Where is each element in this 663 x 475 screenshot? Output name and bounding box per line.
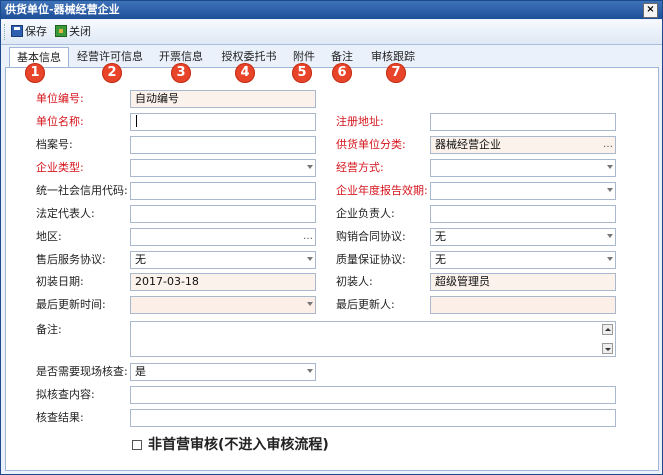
after-sales-value: 无 [135, 253, 146, 266]
business-mode-select[interactable] [430, 159, 616, 177]
title-bar: 供货单位-器械经营企业 × [1, 1, 662, 19]
step-badge-4: 4 [235, 63, 255, 83]
purchase-agreement-select[interactable]: 无 [430, 228, 616, 246]
entry-person-label: 初装人: [336, 275, 373, 288]
quality-agreement-label: 质量保证协议: [336, 253, 406, 266]
region-field[interactable]: … [130, 228, 316, 246]
last-updater-label: 最后更新人: [336, 298, 395, 311]
supplier-category-label: 供货单位分类: [336, 138, 406, 151]
enterprise-type-label: 企业类型: [36, 161, 84, 174]
dropdown-arrow-icon [607, 234, 613, 238]
scroll-up-icon[interactable] [602, 324, 613, 335]
check-content-input[interactable] [130, 386, 616, 404]
toolbar: 保存 关闭 [1, 20, 662, 45]
remarks-textarea[interactable] [130, 321, 616, 357]
tab-strip: 基本信息 经营许可信息 开票信息 授权委托书 附件 备注 审核跟踪 [5, 47, 659, 69]
step-badge-5: 5 [292, 63, 312, 83]
purchase-agreement-label: 购销合同协议: [336, 230, 406, 243]
reg-address-label: 注册地址: [336, 115, 384, 128]
save-label: 保存 [25, 25, 47, 38]
supplier-category-value: 器械经营企业 [435, 138, 501, 151]
non-first-review-label[interactable]: 非首营审核(不进入审核流程) [148, 436, 329, 454]
dropdown-arrow-icon [307, 257, 313, 261]
toolbar-grip [4, 24, 7, 40]
close-label: 关闭 [69, 25, 91, 38]
step-badge-7: 7 [386, 63, 406, 83]
entry-date-field: 2017-03-18 [130, 273, 316, 291]
last-updater-field [430, 296, 616, 314]
floppy-disk-icon [11, 25, 23, 37]
window-title: 供货单位-器械经营企业 [5, 3, 120, 16]
legal-rep-label: 法定代表人: [36, 207, 95, 220]
quality-agreement-select[interactable]: 无 [430, 251, 616, 269]
unit-name-input[interactable] [130, 113, 316, 131]
file-no-input[interactable] [130, 136, 316, 154]
after-sales-label: 售后服务协议: [36, 253, 106, 266]
region-label: 地区: [36, 230, 62, 243]
enterprise-head-label: 企业负责人: [336, 207, 395, 220]
entry-date-label: 初装日期: [36, 275, 84, 288]
supplier-category-field[interactable]: 器械经营企业 … [430, 136, 616, 154]
ellipsis-icon[interactable]: … [603, 137, 613, 153]
dropdown-arrow-icon [607, 257, 613, 261]
check-result-label: 核查结果: [36, 411, 84, 424]
annual-report-label: 企业年度报告效期: [336, 184, 428, 197]
unit-name-label: 单位名称: [36, 115, 84, 128]
scroll-down-icon[interactable] [602, 343, 613, 354]
annual-report-select[interactable] [430, 182, 616, 200]
unit-code-label: 单位编号: [36, 92, 84, 105]
onsite-check-select[interactable]: 是 [130, 363, 316, 381]
unit-code-field: 自动编号 [130, 90, 316, 108]
dropdown-arrow-icon [307, 369, 313, 373]
exit-icon [55, 25, 67, 37]
reg-address-input[interactable] [430, 113, 616, 131]
save-button[interactable]: 保存 [11, 24, 47, 40]
text-cursor [136, 115, 137, 127]
step-badge-2: 2 [102, 63, 122, 83]
last-update-time-label: 最后更新时间: [36, 298, 106, 311]
last-update-time-select [130, 296, 316, 314]
onsite-check-label: 是否需要现场核查: [36, 365, 128, 378]
business-mode-label: 经营方式: [336, 161, 384, 174]
step-badge-1: 1 [25, 63, 45, 83]
dropdown-arrow-icon [307, 302, 313, 306]
after-sales-select[interactable]: 无 [130, 251, 316, 269]
credit-code-input[interactable] [130, 182, 316, 200]
non-first-review-checkbox[interactable] [132, 440, 142, 450]
enterprise-type-select[interactable] [130, 159, 316, 177]
onsite-check-value: 是 [135, 365, 146, 378]
close-button[interactable]: 关闭 [55, 24, 91, 40]
purchase-agreement-value: 无 [435, 230, 446, 243]
step-badge-3: 3 [171, 63, 191, 83]
dropdown-arrow-icon [607, 188, 613, 192]
dropdown-arrow-icon [607, 165, 613, 169]
dropdown-arrow-icon [307, 165, 313, 169]
ellipsis-icon[interactable]: … [303, 229, 313, 245]
check-content-label: 拟核查内容: [36, 388, 95, 401]
check-result-input[interactable] [130, 409, 616, 427]
entry-person-field: 超级管理员 [430, 273, 616, 291]
file-no-label: 档案号: [36, 138, 73, 151]
quality-agreement-value: 无 [435, 253, 446, 266]
credit-code-label: 统一社会信用代码: [36, 184, 128, 197]
close-window-button[interactable]: × [643, 3, 658, 18]
step-badge-6: 6 [332, 63, 352, 83]
window: 供货单位-器械经营企业 × 保存 关闭 基本信息 经营许可信息 开票信息 授权委… [0, 0, 663, 475]
legal-rep-input[interactable] [130, 205, 316, 223]
remarks-label: 备注: [36, 323, 62, 336]
enterprise-head-input[interactable] [430, 205, 616, 223]
